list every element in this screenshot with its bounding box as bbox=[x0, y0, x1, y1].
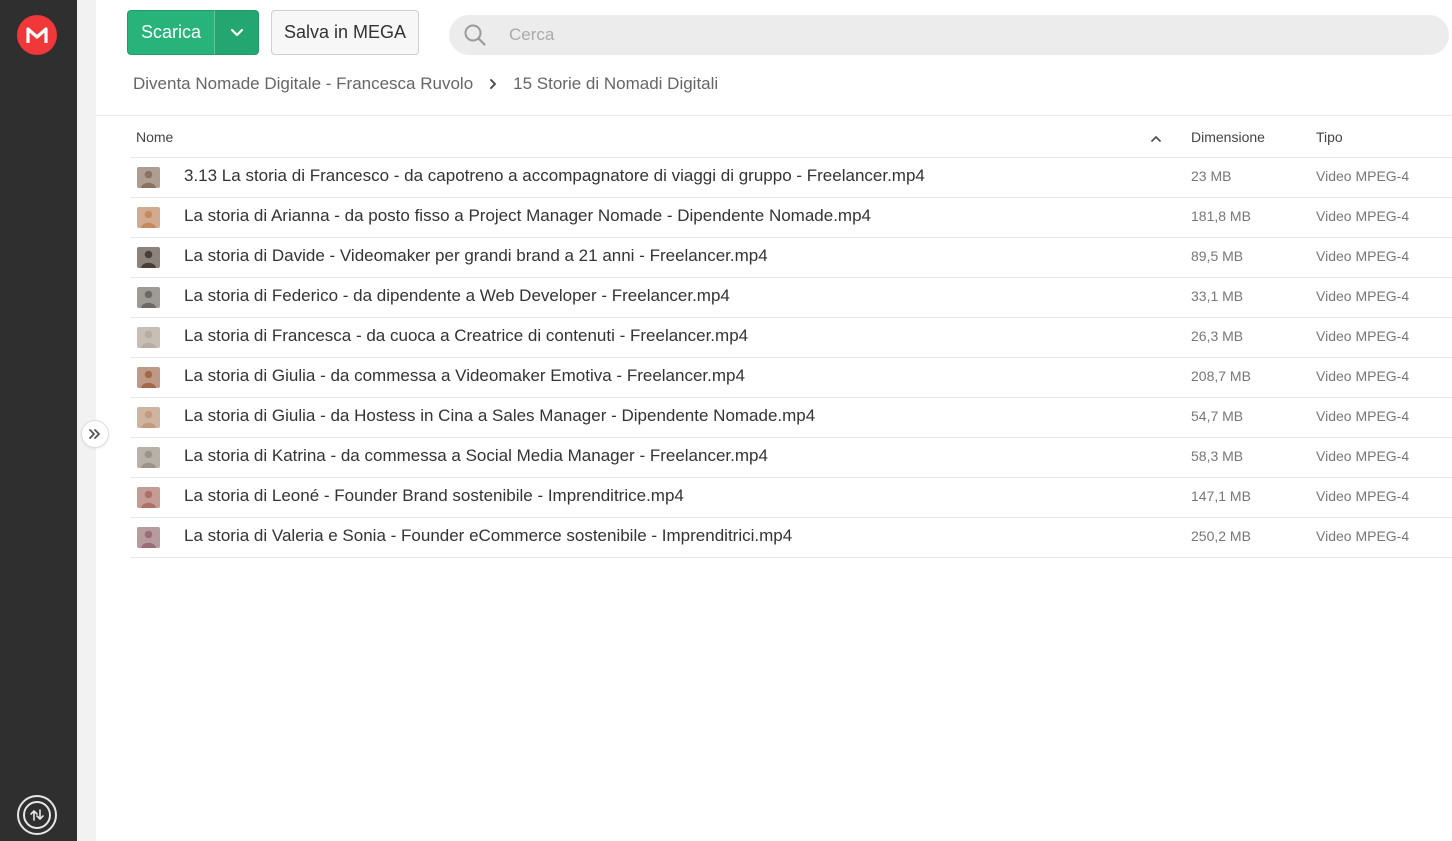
file-name: La storia di Leoné - Founder Brand soste… bbox=[184, 486, 684, 505]
file-name: La storia di Giulia - da Hostess in Cina… bbox=[184, 406, 816, 425]
table-row[interactable]: La storia di Giulia - da Hostess in Cina… bbox=[130, 398, 1452, 438]
table-row[interactable]: La storia di Davide - Videomaker per gra… bbox=[130, 238, 1452, 278]
column-header-type[interactable]: Tipo bbox=[1316, 129, 1343, 145]
video-thumbnail-icon bbox=[137, 447, 160, 468]
file-type: Video MPEG-4 bbox=[1316, 448, 1410, 464]
mega-logo-icon[interactable] bbox=[17, 15, 57, 55]
video-thumbnail-icon bbox=[137, 527, 160, 548]
video-thumbnail-icon bbox=[137, 367, 160, 388]
file-size: 26,3 MB bbox=[1191, 328, 1244, 344]
file-size: 33,1 MB bbox=[1191, 288, 1244, 304]
table-row[interactable]: La storia di Valeria e Sonia - Founder e… bbox=[130, 518, 1452, 558]
video-thumbnail-icon bbox=[137, 407, 160, 428]
file-size: 23 MB bbox=[1191, 168, 1232, 184]
file-name: La storia di Federico - da dipendente a … bbox=[184, 286, 730, 305]
file-type: Video MPEG-4 bbox=[1316, 328, 1410, 344]
save-to-mega-button[interactable]: Salva in MEGA bbox=[271, 10, 419, 55]
video-thumbnail-icon bbox=[137, 247, 160, 268]
file-name: La storia di Arianna - da posto fisso a … bbox=[184, 206, 871, 225]
file-name: La storia di Valeria e Sonia - Founder e… bbox=[184, 526, 793, 545]
file-size: 89,5 MB bbox=[1191, 248, 1244, 264]
side-rail bbox=[0, 0, 77, 841]
file-name: La storia di Davide - Videomaker per gra… bbox=[184, 246, 768, 265]
download-button[interactable]: Scarica bbox=[127, 10, 259, 55]
search-icon bbox=[464, 24, 486, 46]
table-row[interactable]: La storia di Katrina - da commessa a Soc… bbox=[130, 438, 1452, 478]
file-type: Video MPEG-4 bbox=[1316, 368, 1410, 384]
file-name: La storia di Francesca - da cuoca a Crea… bbox=[184, 326, 749, 345]
table-row[interactable]: La storia di Federico - da dipendente a … bbox=[130, 278, 1452, 318]
breadcrumb-current[interactable]: 15 Storie di Nomadi Digitali bbox=[513, 74, 718, 94]
transfer-manager-icon[interactable] bbox=[17, 795, 57, 835]
file-type: Video MPEG-4 bbox=[1316, 408, 1410, 424]
file-type: Video MPEG-4 bbox=[1316, 288, 1410, 304]
file-size: 208,7 MB bbox=[1191, 368, 1251, 384]
file-type: Video MPEG-4 bbox=[1316, 168, 1410, 184]
table-row[interactable]: La storia di Francesca - da cuoca a Crea… bbox=[130, 318, 1452, 358]
video-thumbnail-icon bbox=[137, 327, 160, 348]
chevron-right-icon bbox=[489, 78, 497, 90]
download-label: Scarica bbox=[140, 22, 202, 42]
search-bar[interactable] bbox=[449, 15, 1449, 55]
chevron-down-icon bbox=[230, 28, 243, 37]
file-type: Video MPEG-4 bbox=[1316, 208, 1410, 224]
file-size: 58,3 MB bbox=[1191, 448, 1244, 464]
file-size: 147,1 MB bbox=[1191, 488, 1251, 504]
video-thumbnail-icon bbox=[137, 167, 160, 188]
video-thumbnail-icon bbox=[137, 287, 160, 308]
file-type: Video MPEG-4 bbox=[1316, 488, 1410, 504]
table-header: Nome Dimensione Tipo bbox=[130, 116, 1452, 158]
transfer-arrows-icon bbox=[23, 801, 51, 829]
download-options-dropdown[interactable] bbox=[215, 11, 258, 54]
file-name: 3.13 La storia di Francesco - da capotre… bbox=[184, 166, 925, 185]
video-thumbnail-icon bbox=[137, 487, 160, 508]
file-name: La storia di Giulia - da commessa a Vide… bbox=[184, 366, 745, 385]
table-row[interactable]: La storia di Arianna - da posto fisso a … bbox=[130, 198, 1452, 238]
double-chevron-right-icon bbox=[89, 429, 100, 439]
sort-ascending-icon[interactable] bbox=[1150, 130, 1162, 146]
file-type: Video MPEG-4 bbox=[1316, 528, 1410, 544]
video-thumbnail-icon bbox=[137, 207, 160, 228]
table-row[interactable]: 3.13 La storia di Francesco - da capotre… bbox=[130, 158, 1452, 198]
file-type: Video MPEG-4 bbox=[1316, 248, 1410, 264]
file-size: 181,8 MB bbox=[1191, 208, 1251, 224]
search-input[interactable] bbox=[509, 25, 1409, 45]
file-size: 250,2 MB bbox=[1191, 528, 1251, 544]
breadcrumb: Diventa Nomade Digitale - Francesca Ruvo… bbox=[133, 74, 718, 94]
file-name: La storia di Katrina - da commessa a Soc… bbox=[184, 446, 768, 465]
expand-panel-button[interactable] bbox=[81, 420, 109, 448]
column-header-name[interactable]: Nome bbox=[136, 129, 173, 145]
table-row[interactable]: La storia di Giulia - da commessa a Vide… bbox=[130, 358, 1452, 398]
column-header-size[interactable]: Dimensione bbox=[1191, 129, 1265, 145]
file-size: 54,7 MB bbox=[1191, 408, 1244, 424]
breadcrumb-parent[interactable]: Diventa Nomade Digitale - Francesca Ruvo… bbox=[133, 74, 473, 94]
table-row[interactable]: La storia di Leoné - Founder Brand soste… bbox=[130, 478, 1452, 518]
file-list: 3.13 La storia di Francesco - da capotre… bbox=[130, 158, 1452, 558]
